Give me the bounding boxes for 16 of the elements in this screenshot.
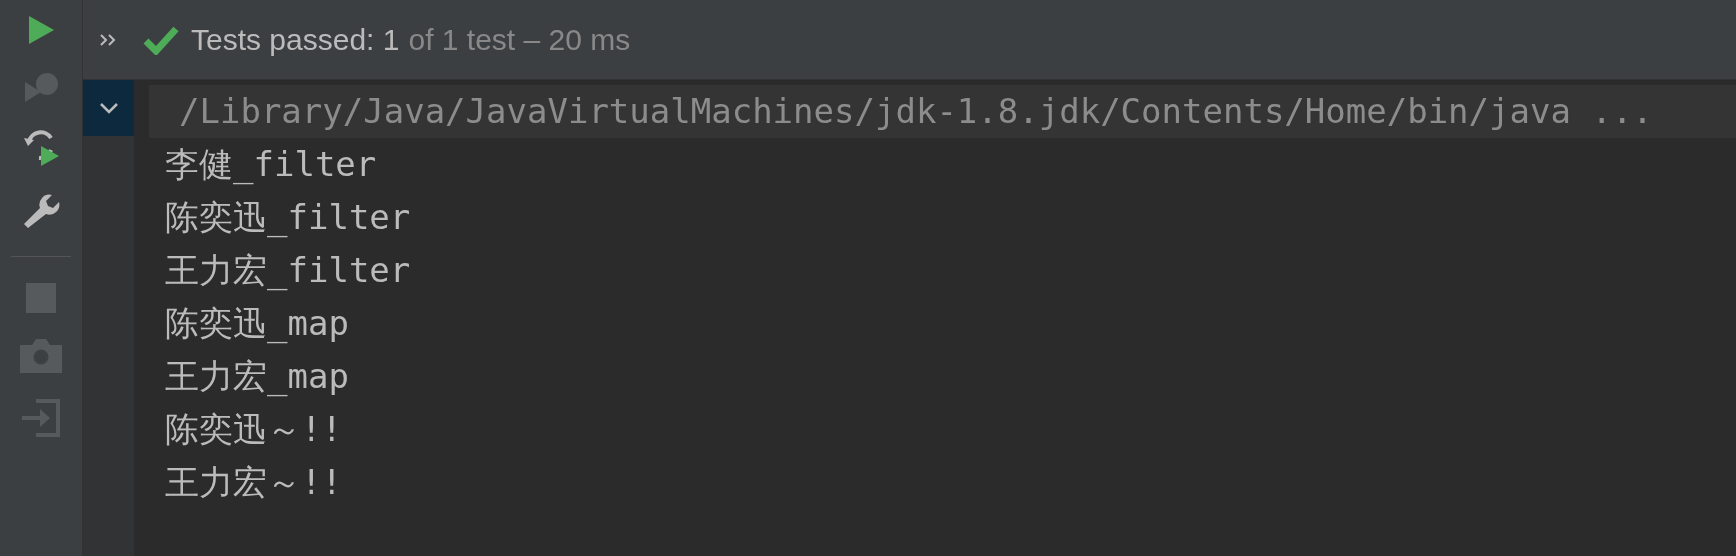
- run-icon[interactable]: [26, 14, 56, 46]
- console-line: 王力宏_map: [165, 355, 349, 399]
- expand-toolbar-icon[interactable]: [99, 32, 117, 47]
- check-icon: [143, 24, 179, 55]
- chevron-icon[interactable]: [98, 102, 119, 114]
- console-line: 陈奕迅_map: [165, 302, 349, 346]
- rerun-play-icon[interactable]: [21, 128, 61, 168]
- console-line: 陈奕迅～!!: [165, 408, 342, 451]
- status-detail: of 1 test – 20 ms: [408, 22, 631, 58]
- console-line: 王力宏～!!: [165, 461, 342, 504]
- console-line: 李健_filter: [165, 143, 377, 187]
- console-line: 陈奕迅_filter: [165, 196, 411, 240]
- settings-icon[interactable]: [22, 192, 60, 230]
- status-label: Tests passed: 1: [191, 22, 400, 58]
- command-line: /Library/Java/JavaVirtualMachines/jdk-1.8.jdk/Contents/Home/bin/java ...: [179, 90, 1653, 133]
- console-line: 王力宏_filter: [165, 249, 411, 293]
